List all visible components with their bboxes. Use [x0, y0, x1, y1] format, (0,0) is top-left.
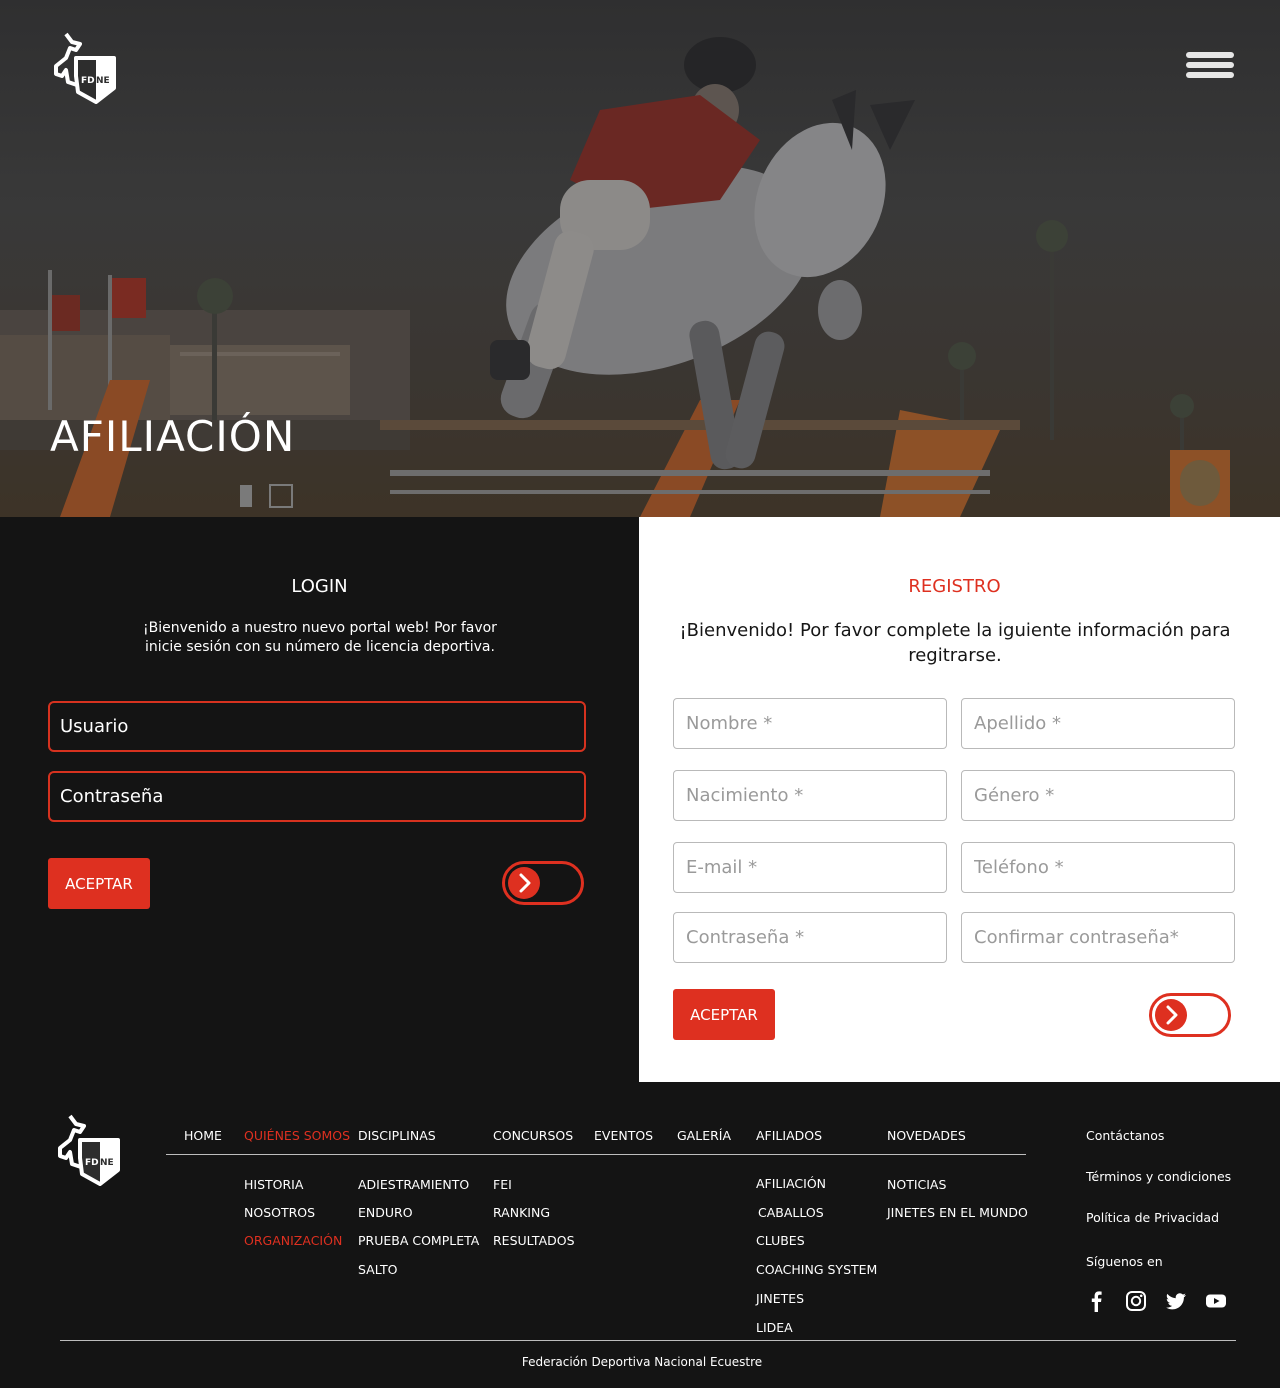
nav-quienes-somos[interactable]: QUIÉNES SOMOS [244, 1128, 350, 1143]
username-input[interactable] [48, 701, 586, 752]
svg-text:FD: FD [85, 1158, 99, 1168]
sub-noticias[interactable]: NOTICIAS [887, 1177, 946, 1192]
confirmar-contrasena-input[interactable] [961, 912, 1235, 963]
hamburger-menu-icon[interactable] [1186, 52, 1234, 82]
privacidad-link[interactable]: Política de Privacidad [1086, 1210, 1219, 1225]
sub-fei[interactable]: FEI [493, 1177, 512, 1192]
sub-organizacion[interactable]: ORGANIZACIÓN [244, 1233, 342, 1248]
nav-concursos[interactable]: CONCURSOS [493, 1128, 573, 1143]
twitter-icon[interactable] [1165, 1290, 1187, 1312]
registro-panel: REGISTRO ¡Bienvenido! Por favor complete… [639, 517, 1280, 1082]
sub-jinetes-en-el-mundo[interactable]: JINETES EN EL MUNDO [887, 1205, 1028, 1220]
toggle-knob [508, 867, 540, 899]
sub-prueba-completa[interactable]: PRUEBA COMPLETA [358, 1233, 479, 1248]
nav-galeria[interactable]: GALERÍA [677, 1128, 731, 1143]
menu-bar [1186, 52, 1234, 58]
svg-text:NE: NE [100, 1158, 114, 1168]
registro-toggle[interactable] [1149, 993, 1231, 1037]
nav-divider [166, 1154, 1026, 1155]
nav-home[interactable]: HOME [184, 1128, 222, 1143]
fdne-logo[interactable]: FD NE [52, 30, 120, 106]
footer-fdne-logo[interactable]: FD NE [56, 1112, 124, 1188]
sub-adiestramiento[interactable]: ADIESTRAMIENTO [358, 1177, 469, 1192]
sub-ranking[interactable]: RANKING [493, 1205, 550, 1220]
email-input[interactable] [673, 842, 947, 893]
copyright-text: Federación Deportiva Nacional Ecuestre [521, 1355, 763, 1369]
sub-jinetes[interactable]: JINETES [756, 1291, 804, 1306]
contactanos-link[interactable]: Contáctanos [1086, 1128, 1164, 1143]
svg-text:FD: FD [81, 76, 95, 86]
sub-coaching-system[interactable]: COACHING SYSTEM [756, 1262, 877, 1277]
nav-eventos[interactable]: EVENTOS [594, 1128, 653, 1143]
page-title: AFILIACIÓN [50, 412, 296, 461]
chevron-right-icon [1166, 1005, 1178, 1025]
nav-afiliados[interactable]: AFILIADOS [756, 1128, 822, 1143]
sub-historia[interactable]: HISTORIA [244, 1177, 303, 1192]
login-toggle[interactable] [502, 861, 584, 905]
toggle-knob [1155, 999, 1187, 1031]
chevron-right-icon [519, 873, 531, 893]
youtube-icon[interactable] [1205, 1290, 1227, 1312]
footer-divider [60, 1340, 1236, 1341]
instagram-icon[interactable] [1125, 1290, 1147, 1312]
registro-submit-button[interactable]: ACEPTAR [673, 989, 775, 1040]
sub-clubes[interactable]: CLUBES [756, 1233, 805, 1248]
registro-title: REGISTRO [908, 576, 1001, 597]
nacimiento-input[interactable] [673, 770, 947, 821]
sub-resultados[interactable]: RESULTADOS [493, 1233, 575, 1248]
login-submit-button[interactable]: ACEPTAR [48, 858, 150, 909]
contrasena-input[interactable] [673, 912, 947, 963]
telefono-input[interactable] [961, 842, 1235, 893]
login-description: ¡Bienvenido a nuestro nuevo portal web! … [143, 620, 497, 655]
nav-disciplinas[interactable]: DISCIPLINAS [358, 1128, 436, 1143]
sub-caballos[interactable]: CABALLOS [758, 1205, 824, 1220]
password-input[interactable] [48, 771, 586, 822]
login-panel: LOGIN ¡Bienvenido a nuestro nuevo portal… [0, 517, 639, 1082]
menu-bar [1186, 72, 1234, 78]
site-footer: FD NE HOME QUIÉNES SOMOS DISCIPLINAS CON… [0, 1082, 1280, 1388]
login-title: LOGIN [291, 576, 348, 597]
apellido-input[interactable] [961, 698, 1235, 749]
terminos-link[interactable]: Términos y condiciones [1086, 1169, 1231, 1184]
sub-nosotros[interactable]: NOSOTROS [244, 1205, 315, 1220]
sub-afiliacion[interactable]: AFILIACIÓN [756, 1176, 826, 1191]
sub-enduro[interactable]: ENDURO [358, 1205, 413, 1220]
svg-text:NE: NE [96, 76, 110, 86]
siguenos-label: Síguenos en [1086, 1254, 1163, 1269]
genero-input[interactable] [961, 770, 1235, 821]
sub-lidea[interactable]: LIDEA [756, 1320, 793, 1335]
nav-novedades[interactable]: NOVEDADES [887, 1128, 966, 1143]
menu-bar [1186, 62, 1234, 68]
sub-salto[interactable]: SALTO [358, 1262, 397, 1277]
registro-description: ¡Bienvenido! Por favor complete la iguie… [679, 620, 1231, 666]
facebook-icon[interactable] [1086, 1290, 1108, 1312]
hero-banner: FD NE AFILIACIÓN [0, 0, 1280, 517]
nombre-input[interactable] [673, 698, 947, 749]
